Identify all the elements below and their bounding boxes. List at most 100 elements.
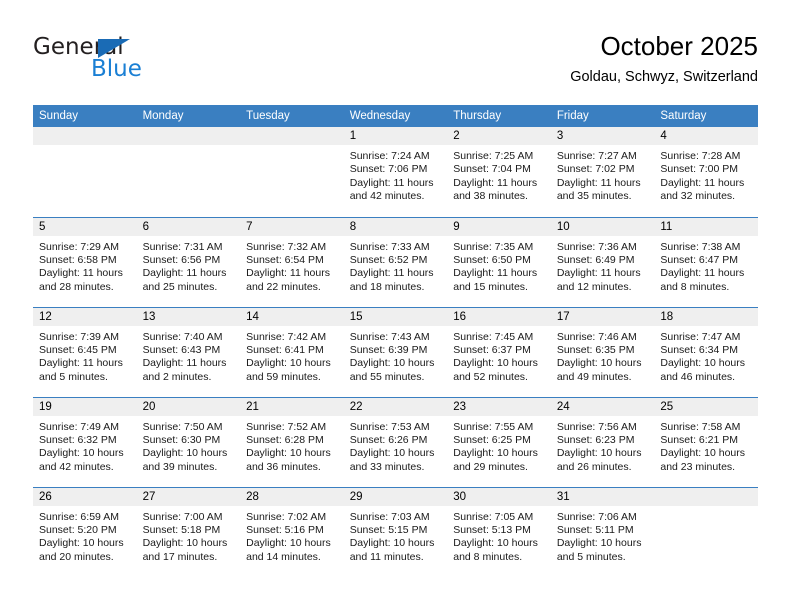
day-number: 26 bbox=[33, 487, 137, 506]
sunset-text: Sunset: 6:41 PM bbox=[246, 343, 324, 356]
day-cell[interactable]: 23 Sunrise: 7:55 AM Sunset: 6:25 PM Dayligh… bbox=[447, 396, 551, 487]
day-number: 12 bbox=[33, 307, 137, 326]
daylight-text-line2: and 8 minutes. bbox=[453, 550, 523, 563]
day-cell[interactable]: 10 Sunrise: 7:36 AM Sunset: 6:49 PM Dayligh… bbox=[550, 216, 655, 307]
day-cell[interactable]: 6 Sunrise: 7:31 AM Sunset: 6:56 PM Daylight… bbox=[136, 216, 241, 307]
day-cell[interactable]: 19 Sunrise: 7:49 AM Sunset: 6:32 PM Dayligh… bbox=[33, 396, 137, 487]
sunset-text: Sunset: 5:20 PM bbox=[39, 523, 117, 536]
day-cell[interactable]: 26 Sunrise: 6:59 AM Sunset: 5:20 PM Dayligh… bbox=[33, 486, 137, 577]
day-cell[interactable]: 5 Sunrise: 7:29 AM Sunset: 6:58 PM Daylight… bbox=[33, 216, 137, 307]
sunset-text: Sunset: 6:35 PM bbox=[556, 343, 635, 356]
sunrise-text: Sunrise: 7:50 AM bbox=[142, 420, 223, 433]
day-details: Sunrise: 7:27 AM Sunset: 7:02 PM Daylight:… bbox=[551, 145, 655, 204]
day-cell[interactable]: 18 Sunrise: 7:47 AM Sunset: 6:34 PM Dayligh… bbox=[654, 306, 758, 397]
sunrise-text: Sunrise: 7:42 AM bbox=[246, 330, 327, 343]
daylight-text-line2: and 33 minutes. bbox=[349, 460, 425, 473]
day-cell[interactable]: 13 Sunrise: 7:40 AM Sunset: 6:43 PM Dayligh… bbox=[136, 306, 241, 397]
day-number: 17 bbox=[550, 307, 655, 326]
day-number: 23 bbox=[447, 397, 551, 416]
sunrise-text: Sunrise: 7:29 AM bbox=[39, 240, 119, 253]
day-details: Sunrise: 7:49 AM Sunset: 6:32 PM Daylight:… bbox=[33, 416, 137, 475]
day-number: 22 bbox=[343, 397, 448, 416]
weekday-header-sunday: Sunday bbox=[33, 105, 137, 127]
day-details: Sunrise: 7:00 AM Sunset: 5:18 PM Daylight:… bbox=[137, 506, 241, 565]
daylight-text-line1: Daylight: 11 hours bbox=[246, 267, 330, 280]
daylight-text-line1: Daylight: 11 hours bbox=[660, 267, 745, 280]
day-cell[interactable]: 24 Sunrise: 7:56 AM Sunset: 6:23 PM Dayligh… bbox=[550, 396, 655, 487]
calendar-week-row: 26 Sunrise: 6:59 AM Sunset: 5:20 PM Dayligh… bbox=[33, 486, 758, 577]
day-cell[interactable]: 14 Sunrise: 7:42 AM Sunset: 6:41 PM Dayligh… bbox=[240, 306, 344, 397]
daylight-text-line2: and 29 minutes. bbox=[453, 460, 528, 473]
day-details: Sunrise: 7:56 AM Sunset: 6:23 PM Daylight:… bbox=[551, 416, 655, 475]
weekday-header-friday: Friday bbox=[550, 105, 655, 127]
daylight-text-line2: and 36 minutes. bbox=[246, 460, 321, 473]
generalblue-logo[interactable]: General Blue bbox=[33, 34, 213, 94]
daylight-text-line1: Daylight: 11 hours bbox=[556, 176, 641, 189]
day-cell[interactable]: 22 Sunrise: 7:53 AM Sunset: 6:26 PM Dayligh… bbox=[343, 396, 448, 487]
daylight-text-line1: Daylight: 11 hours bbox=[39, 357, 123, 370]
weekday-header-monday: Monday bbox=[136, 105, 241, 127]
day-cell[interactable]: 3 Sunrise: 7:27 AM Sunset: 7:02 PM Daylight… bbox=[550, 127, 655, 217]
day-cell[interactable]: 20 Sunrise: 7:50 AM Sunset: 6:30 PM Dayligh… bbox=[136, 396, 241, 487]
sunrise-text: Sunrise: 7:06 AM bbox=[556, 510, 637, 523]
day-cell[interactable]: 25 Sunrise: 7:58 AM Sunset: 6:21 PM Dayligh… bbox=[654, 396, 758, 487]
sunrise-text: Sunrise: 7:00 AM bbox=[142, 510, 223, 523]
sunrise-text: Sunrise: 7:53 AM bbox=[349, 420, 430, 433]
day-number: 13 bbox=[136, 307, 241, 326]
daylight-text-line1: Daylight: 11 hours bbox=[453, 176, 538, 189]
day-cell[interactable]: 7 Sunrise: 7:32 AM Sunset: 6:54 PM Daylight… bbox=[240, 216, 344, 307]
day-cell[interactable]: 27 Sunrise: 7:00 AM Sunset: 5:18 PM Dayligh… bbox=[136, 486, 241, 577]
sunset-text: Sunset: 6:25 PM bbox=[453, 433, 531, 446]
day-cell[interactable]: 12 Sunrise: 7:39 AM Sunset: 6:45 PM Dayligh… bbox=[33, 306, 137, 397]
day-number: 21 bbox=[240, 397, 344, 416]
day-number: 24 bbox=[550, 397, 655, 416]
day-number: 28 bbox=[240, 487, 344, 506]
daylight-text-line1: Daylight: 11 hours bbox=[142, 357, 227, 370]
daylight-text-line2: and 55 minutes. bbox=[349, 370, 425, 383]
day-cell[interactable]: 28 Sunrise: 7:02 AM Sunset: 5:16 PM Dayligh… bbox=[240, 486, 344, 577]
day-number bbox=[654, 487, 758, 506]
day-cell[interactable]: 21 Sunrise: 7:52 AM Sunset: 6:28 PM Dayligh… bbox=[240, 396, 344, 487]
day-cell[interactable]: 2 Sunrise: 7:25 AM Sunset: 7:04 PM Daylight… bbox=[447, 127, 551, 217]
sunset-text: Sunset: 6:26 PM bbox=[349, 433, 428, 446]
daylight-text-line2: and 5 minutes. bbox=[39, 370, 108, 383]
daylight-text-line1: Daylight: 10 hours bbox=[39, 447, 124, 460]
calendar-table: Sunday Monday Tuesday Wednesday Thursday Frid… bbox=[33, 105, 758, 577]
day-number: 7 bbox=[240, 217, 344, 236]
sunrise-text: Sunrise: 7:47 AM bbox=[660, 330, 741, 343]
daylight-text-line1: Daylight: 10 hours bbox=[453, 447, 538, 460]
day-cell[interactable]: 31 Sunrise: 7:06 AM Sunset: 5:11 PM Dayligh… bbox=[550, 486, 655, 577]
day-details: Sunrise: 7:35 AM Sunset: 6:50 PM Daylight:… bbox=[447, 236, 551, 295]
daylight-text-line1: Daylight: 10 hours bbox=[556, 447, 642, 460]
daylight-text-line1: Daylight: 10 hours bbox=[349, 447, 435, 460]
day-number: 27 bbox=[136, 487, 241, 506]
day-details: Sunrise: 7:55 AM Sunset: 6:25 PM Daylight:… bbox=[447, 416, 551, 475]
day-number: 15 bbox=[343, 307, 448, 326]
sunrise-text: Sunrise: 7:38 AM bbox=[660, 240, 741, 253]
sunset-text: Sunset: 5:16 PM bbox=[246, 523, 324, 536]
daylight-text-line1: Daylight: 11 hours bbox=[142, 267, 227, 280]
sunset-text: Sunset: 6:56 PM bbox=[142, 253, 221, 266]
day-cell[interactable]: 4 Sunrise: 7:28 AM Sunset: 7:00 PM Daylight… bbox=[654, 127, 758, 217]
sunrise-text: Sunrise: 7:49 AM bbox=[39, 420, 119, 433]
day-details: Sunrise: 7:58 AM Sunset: 6:21 PM Daylight:… bbox=[654, 416, 758, 475]
day-details: Sunrise: 7:02 AM Sunset: 5:16 PM Daylight:… bbox=[240, 506, 344, 565]
sunset-text: Sunset: 6:23 PM bbox=[556, 433, 635, 446]
day-cell[interactable]: 15 Sunrise: 7:43 AM Sunset: 6:39 PM Dayligh… bbox=[343, 306, 448, 397]
day-number: 5 bbox=[33, 217, 137, 236]
day-cell[interactable]: 16 Sunrise: 7:45 AM Sunset: 6:37 PM Dayligh… bbox=[447, 306, 551, 397]
day-cell[interactable]: 1 Sunrise: 7:24 AM Sunset: 7:06 PM Daylight… bbox=[343, 127, 448, 217]
daylight-text-line2: and 25 minutes. bbox=[142, 280, 218, 293]
day-number: 25 bbox=[654, 397, 758, 416]
day-cell[interactable]: 9 Sunrise: 7:35 AM Sunset: 6:50 PM Daylight… bbox=[447, 216, 551, 307]
day-cell[interactable]: 8 Sunrise: 7:33 AM Sunset: 6:52 PM Daylight… bbox=[343, 216, 448, 307]
day-cell[interactable]: 11 Sunrise: 7:38 AM Sunset: 6:47 PM Dayligh… bbox=[654, 216, 758, 307]
day-cell[interactable]: 29 Sunrise: 7:03 AM Sunset: 5:15 PM Dayligh… bbox=[343, 486, 448, 577]
daylight-text-line2: and 38 minutes. bbox=[453, 190, 528, 203]
day-details: Sunrise: 7:52 AM Sunset: 6:28 PM Daylight:… bbox=[240, 416, 344, 475]
daylight-text-line1: Daylight: 10 hours bbox=[142, 537, 228, 550]
daylight-text-line1: Daylight: 11 hours bbox=[349, 176, 434, 189]
day-cell[interactable]: 17 Sunrise: 7:46 AM Sunset: 6:35 PM Dayligh… bbox=[550, 306, 655, 397]
day-number: 30 bbox=[447, 487, 551, 506]
day-cell[interactable]: 30 Sunrise: 7:05 AM Sunset: 5:13 PM Dayligh… bbox=[447, 486, 551, 577]
